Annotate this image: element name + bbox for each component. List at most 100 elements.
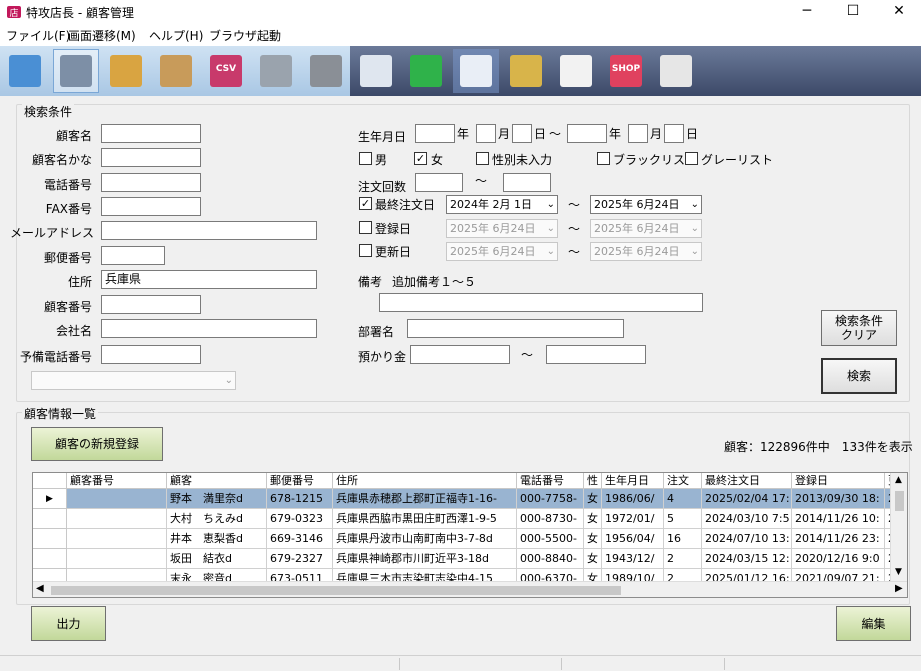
table-cell[interactable]: 679-2327 xyxy=(267,549,333,569)
table-cell[interactable]: 679-0323 xyxy=(267,509,333,529)
column-header[interactable]: 顧客番号 xyxy=(67,473,167,489)
toolbar-button-printer-document[interactable] xyxy=(353,49,399,93)
column-header[interactable]: 注文 xyxy=(664,473,702,489)
table-cell[interactable]: 女 xyxy=(584,509,602,529)
table-cell[interactable]: 女 xyxy=(584,529,602,549)
registered-from-date[interactable]: 2025年 6月24日 ⌄ xyxy=(446,219,558,238)
table-cell[interactable]: 2025/02/04 17: xyxy=(702,489,792,509)
customer-kana-input[interactable] xyxy=(101,148,201,167)
department-input[interactable] xyxy=(407,319,624,338)
search-button[interactable]: 検索 xyxy=(821,358,897,394)
spare-phone-input[interactable] xyxy=(101,345,201,364)
registered-to-date[interactable]: 2025年 6月24日 ⌄ xyxy=(590,219,702,238)
updated-to-date[interactable]: 2025年 6月24日 ⌄ xyxy=(590,242,702,261)
toolbar-button-customer-card[interactable] xyxy=(453,49,499,93)
toolbar-button-add-register[interactable] xyxy=(403,49,449,93)
table-cell[interactable] xyxy=(67,509,167,529)
filter-select[interactable]: ⌄ xyxy=(31,371,236,390)
remarks-input[interactable] xyxy=(379,293,703,312)
toolbar-button-register[interactable] xyxy=(53,49,99,93)
scroll-down-icon[interactable]: ▼ xyxy=(895,567,902,577)
birth-year-to-input[interactable] xyxy=(567,124,607,143)
updated-from-date[interactable]: 2025年 6月24日 ⌄ xyxy=(446,242,558,261)
table-cell[interactable]: 2024/03/10 7:5 xyxy=(702,509,792,529)
blacklist-checkbox[interactable] xyxy=(597,152,610,165)
toolbar-button-boxes[interactable] xyxy=(153,49,199,93)
table-cell[interactable]: 2 xyxy=(664,549,702,569)
scroll-up-icon[interactable]: ▲ xyxy=(895,475,902,485)
order-count-to-input[interactable] xyxy=(503,173,551,192)
birth-year-input[interactable] xyxy=(415,124,455,143)
column-header[interactable]: 生年月日 xyxy=(602,473,664,489)
table-cell[interactable]: 井本 恵梨香d xyxy=(167,529,267,549)
column-header[interactable]: 登録日 xyxy=(792,473,885,489)
table-cell[interactable]: 4 xyxy=(664,489,702,509)
table-cell[interactable]: 000-5500- xyxy=(517,529,584,549)
table-cell[interactable]: 兵庫県丹波市山南町南中3-7-8d xyxy=(333,529,517,549)
table-cell[interactable]: 16 xyxy=(664,529,702,549)
table-cell[interactable]: 女 xyxy=(584,549,602,569)
scrollbar-thumb[interactable] xyxy=(51,586,621,595)
customer-grid[interactable]: 顧客番号顧客郵便番号住所電話番号性生年月日注文最終注文日登録日更▶野本 満里奈d… xyxy=(32,472,908,598)
column-header[interactable]: 性 xyxy=(584,473,602,489)
table-cell[interactable]: 669-3146 xyxy=(267,529,333,549)
column-header[interactable]: 住所 xyxy=(333,473,517,489)
company-input[interactable] xyxy=(101,319,317,338)
registered-checkbox[interactable] xyxy=(359,221,372,234)
column-header[interactable]: 最終注文日 xyxy=(702,473,792,489)
table-cell[interactable]: 000-8730- xyxy=(517,509,584,529)
graylist-checkbox[interactable] xyxy=(685,152,698,165)
scroll-left-icon[interactable]: ◀ xyxy=(36,583,44,594)
table-cell[interactable]: 2024/03/15 12: xyxy=(702,549,792,569)
table-cell[interactable]: 1972/01/ xyxy=(602,509,664,529)
table-cell[interactable]: 大村 ちえみd xyxy=(167,509,267,529)
toolbar-button-shopping-bag[interactable] xyxy=(103,49,149,93)
column-header[interactable]: 顧客 xyxy=(167,473,267,489)
vertical-scrollbar[interactable]: ▲ ▼ xyxy=(890,473,907,581)
table-cell[interactable]: 兵庫県赤穂郡上郡町正福寺1-16- xyxy=(333,489,517,509)
table-cell[interactable]: 678-1215 xyxy=(267,489,333,509)
menu-file[interactable]: ファイル(F) xyxy=(6,27,70,44)
table-cell[interactable]: 兵庫県神崎郡市川町近平3-18d xyxy=(333,549,517,569)
toolbar-button-csv[interactable]: CSV xyxy=(203,49,249,93)
last-order-checkbox[interactable]: ✓ xyxy=(359,197,372,210)
table-cell[interactable]: 2014/11/26 23: xyxy=(792,529,885,549)
toolbar-button-calendar[interactable] xyxy=(2,49,48,93)
close-button[interactable]: ✕ xyxy=(876,0,921,24)
table-cell[interactable]: 1943/12/ xyxy=(602,549,664,569)
order-count-from-input[interactable] xyxy=(415,173,463,192)
menu-help[interactable]: ヘルプ(H) xyxy=(149,27,203,44)
table-cell[interactable]: 1956/04/ xyxy=(602,529,664,549)
column-header[interactable]: 郵便番号 xyxy=(267,473,333,489)
edit-button[interactable]: 編集 xyxy=(836,606,911,641)
current-row-indicator-icon[interactable]: ▶ xyxy=(33,489,67,509)
row-header[interactable] xyxy=(33,549,67,569)
last-order-to-date[interactable]: 2025年 6月24日 ⌄ xyxy=(590,195,702,214)
fax-input[interactable] xyxy=(101,197,201,216)
table-cell[interactable] xyxy=(67,529,167,549)
toolbar-button-edit-document[interactable] xyxy=(553,49,599,93)
birth-month-input[interactable] xyxy=(476,124,496,143)
gender-none-checkbox[interactable] xyxy=(476,152,489,165)
customer-no-input[interactable] xyxy=(101,295,201,314)
table-cell[interactable]: 2013/09/30 18: xyxy=(792,489,885,509)
birth-day-input[interactable] xyxy=(512,124,532,143)
last-order-from-date[interactable]: 2024年 2月 1日 ⌄ xyxy=(446,195,558,214)
male-checkbox[interactable] xyxy=(359,152,372,165)
table-cell[interactable]: 2024/07/10 13: xyxy=(702,529,792,549)
email-input[interactable] xyxy=(101,221,317,240)
horizontal-scrollbar[interactable]: ◀ ▶ xyxy=(33,581,907,597)
table-cell[interactable]: 女 xyxy=(584,489,602,509)
address-input[interactable]: 兵庫県 xyxy=(101,270,317,289)
updated-checkbox[interactable] xyxy=(359,244,372,257)
table-cell[interactable]: 000-8840- xyxy=(517,549,584,569)
row-header[interactable] xyxy=(33,509,67,529)
zip-input[interactable] xyxy=(101,246,165,265)
birth-month-to-input[interactable] xyxy=(628,124,648,143)
table-cell[interactable]: 兵庫県西脇市黒田庄町西澤1-9-5 xyxy=(333,509,517,529)
birth-day-to-input[interactable] xyxy=(664,124,684,143)
table-cell[interactable]: 1986/06/ xyxy=(602,489,664,509)
deposit-to-input[interactable] xyxy=(546,345,646,364)
toolbar-button-shop[interactable]: SHOP xyxy=(603,49,649,93)
table-cell[interactable] xyxy=(67,549,167,569)
